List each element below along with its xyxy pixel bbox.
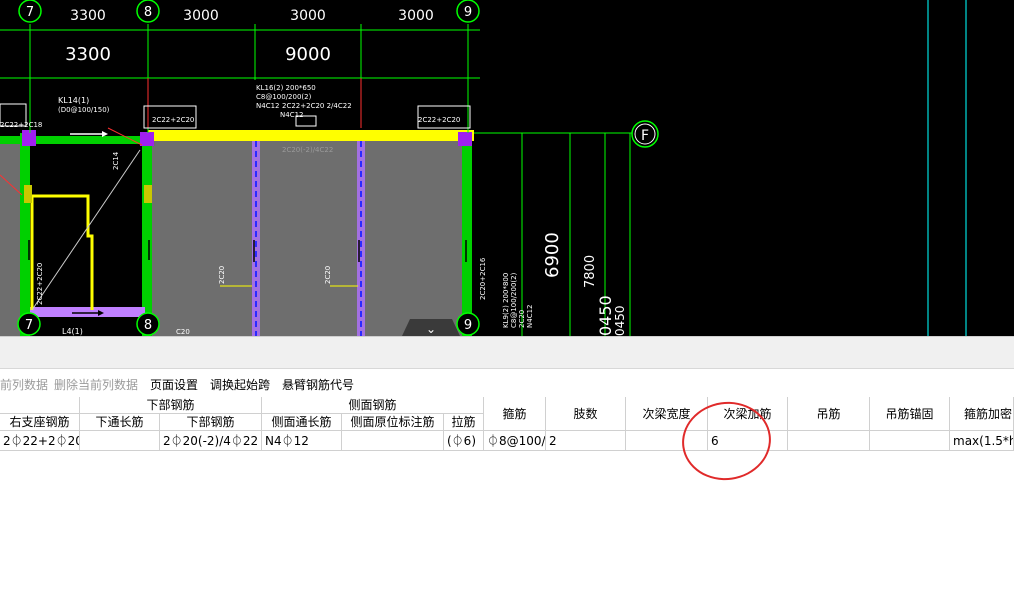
highlighted-beam [148,130,474,141]
axis-label: 7 [26,5,34,20]
beam-annotation: N4C12 [256,102,280,110]
column-right [458,132,472,146]
rebar-table: 下部钢筋 侧面钢筋 右支座钢筋 下通长筋 下部钢筋 侧面通长筋 侧面原位标注筋 … [0,397,1014,591]
swap-start-span-button[interactable]: 调换起始跨 [210,376,270,393]
cell-hanger-anchor[interactable] [870,431,950,451]
cell-bottom-through[interactable] [80,431,160,451]
col-header-bottom-through[interactable]: 下通长筋 [80,414,160,431]
col-header-bottom-rebar[interactable]: 下部钢筋 [160,414,262,431]
axis-bubble-7-top: 7 [18,0,42,23]
axis-bubble-8-top: 8 [136,0,160,23]
beam-annotation: 2C22+2C20 [152,116,194,124]
diagonal-line [31,149,141,311]
dimension-text: 3000 [290,8,326,24]
beam-annotation: (D0@100/150) [58,106,110,114]
cell-stirrup[interactable]: ⏀8@100/ [484,431,546,451]
dimension-text: 6900 [542,232,563,278]
small-column [144,185,152,203]
col-header-hanger[interactable]: 吊筋 [788,397,870,431]
cell-stirrup-dense[interactable]: max(1.5*h, [950,431,1014,451]
beam-annotation: L4(1) [62,327,83,336]
column-mid [140,132,154,146]
axis-label: 9 [464,5,472,20]
beam-annotation: 2C20 [218,266,226,284]
col-header-stirrup[interactable]: 箍筋 [484,397,546,431]
beam-annotation: 2C22+2C18 [0,121,42,129]
cell-legs[interactable]: 2 [546,431,626,451]
col-header-right-support[interactable]: 右支座钢筋 [0,414,80,431]
axis-label: 9 [464,318,472,333]
dimension-text: 0450 [613,305,627,336]
col-header-side-through[interactable]: 侧面通长筋 [262,414,342,431]
beam-edge-left [20,133,30,336]
beam-annotation: C20 [176,328,190,336]
beam-annotation: N4C12 [526,305,534,329]
dimension-text: 3000 [183,8,219,24]
cad-svg: 7 8 9 F 7 8 9 3300 3000 3000 3000 3300 9… [0,0,967,336]
cantilever-code-button[interactable]: 悬臂钢筋代号 [282,376,354,393]
beam-annotation: C8@100/200(2) [256,93,312,101]
panel-splitter[interactable] [0,336,1014,369]
beam-annotation: 2C20 [324,266,332,284]
beam-annotation: 2C20(-2)/4C22 [282,146,333,154]
col-header-hanger-anchor[interactable]: 吊筋锚固 [870,397,950,431]
collapse-panel-button[interactable] [402,319,460,336]
col-header-side-original[interactable]: 侧面原位标注筋 [342,414,444,431]
axis-bubble-9-top: 9 [456,0,480,23]
beam-edge-mid [142,133,152,336]
axis-label: F [641,128,649,144]
group-header-side: 侧面钢筋 [262,397,484,414]
beam-bottom-magenta [30,307,145,317]
col-header-legs[interactable]: 肢数 [546,397,626,431]
beam-annotation: 2C22+2C20 2/4C22 [282,102,352,110]
column-left [22,130,36,146]
beam-annotation: 2C22+2C20 [418,116,460,124]
axis-bubble-8-bottom: 8 [136,312,160,336]
dimension-text: 9000 [285,44,331,65]
col-header-tie[interactable]: 拉筋 [444,414,484,431]
col-header-stirrup-dense[interactable]: 箍筋加密 [950,397,1014,431]
cad-drawing-canvas[interactable]: 7 8 9 F 7 8 9 3300 3000 3000 3000 3300 9… [0,0,1014,336]
axis-label: 8 [144,318,152,333]
beam-annotation: KL14(1) [58,96,89,105]
axis-label: 7 [25,318,33,333]
beam-annotation: 2C20 [518,310,526,328]
axis-bubble-9-bottom: 9 [456,312,480,336]
small-column [24,185,32,203]
cell-hanger[interactable] [788,431,870,451]
beam-annotation: KL16(2) 200*650 [256,84,316,92]
dimension-text: 7800 [583,255,598,288]
cell-side-original[interactable] [342,431,444,451]
axis-bubble-F: F [631,120,659,148]
cell-right-support[interactable]: 2⏀22+2⏀20 [0,431,80,451]
column-annotation: 2C20+2C16 [479,257,487,300]
delete-column-data-button[interactable]: 删除当前列数据 [54,376,138,393]
beam-annotation: KL9(2) 200*800 [502,273,510,328]
axis-label: 8 [144,5,152,20]
column-annotation: 2C22+2C20 [36,263,44,305]
table-toolbar: 前列数据 删除当前列数据 页面设置 调换起始跨 悬臂钢筋代号 [0,370,1014,397]
cell-tie[interactable]: (⏀6) [444,431,484,451]
header-blank [0,397,80,414]
cell-bottom-rebar[interactable]: 2⏀20(-2)/4⏀22 [160,431,262,451]
dimension-text: 3300 [70,8,106,24]
cell-side-through[interactable]: N4⏀12 [262,431,342,451]
page-settings-button[interactable]: 页面设置 [150,376,198,393]
group-header-bottom: 下部钢筋 [80,397,262,414]
beam-edge-right [462,133,472,336]
slab-region-right [150,141,468,336]
axis-bubble-7-bottom: 7 [17,312,41,336]
beam-annotation: C8@100/200(2) [510,272,518,328]
copy-column-data-button[interactable]: 前列数据 [0,376,48,393]
beam-annotation: N4C12 [280,111,304,119]
dimension-text: 3300 [65,44,111,65]
dimension-text: 3000 [398,8,434,24]
column-annotation: 2C14 [112,151,120,170]
